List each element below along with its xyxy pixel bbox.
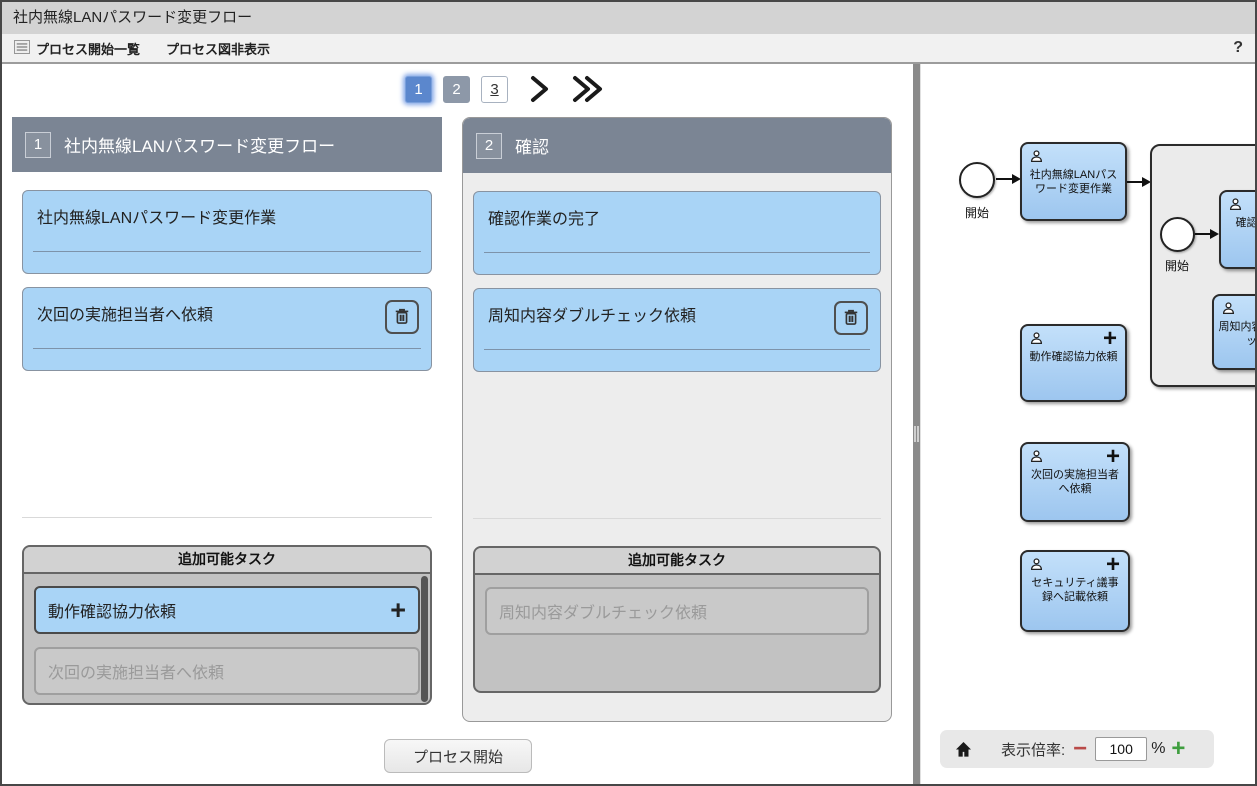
next-page-button[interactable] [527,75,551,103]
help-button[interactable]: ? [1233,39,1243,57]
addable-task-item[interactable]: 動作確認協力依頼 + [34,586,420,634]
task-name: 次回の実施担当者へ依頼 [37,307,213,324]
task-name: 周知内容ダブルチェック依頼 [488,308,696,325]
task-card[interactable]: 確認作業の完了 [473,191,881,275]
diagram-task-label: 次回の実施担当者へ依頼 [1026,468,1124,497]
splitter-grip-icon [914,426,919,442]
app-window: 社内無線LANパスワード変更フロー プロセス開始一覧 プロセス図非表示 ? 1 … [0,0,1257,786]
person-icon [1228,197,1243,217]
diagram-task-label: 周知内容ダブルチェック依頼 [1218,320,1255,349]
page-button-3[interactable]: 3 [481,76,508,103]
addable-task-name: 周知内容ダブルチェック依頼 [499,599,707,623]
task-name: 確認作業の完了 [488,211,600,228]
trash-icon [841,307,861,330]
addable-tasks-list: 動作確認協力依頼 + 次回の実施担当者へ依頼 [24,574,430,703]
diagram-task-confirm[interactable]: 確認作業の完了 [1219,190,1255,269]
phase-column-1: 1 社内無線LANパスワード変更フロー 社内無線LANパスワード変更作業 次回の… [12,117,442,705]
task-card[interactable]: 周知内容ダブルチェック依頼 [473,288,881,372]
diagram-task-label: セキュリティ議事録へ記載依頼 [1026,576,1124,605]
scrollbar-thumb[interactable] [421,576,428,702]
section-divider [22,517,432,518]
page-button-1[interactable]: 1 [405,76,432,103]
phase-2-tasks: 確認作業の完了 周知内容ダブルチェック依頼 [463,173,891,518]
diagram-task-label: 確認作業の完了 [1225,216,1255,230]
addable-tasks-header: 追加可能タスク [475,548,879,575]
task-name: 社内無線LANパスワード変更作業 [37,210,276,227]
addable-tasks-panel: 追加可能タスク 動作確認協力依頼 + 次回の実施担当者へ依頼 [22,545,432,705]
diagram-task-security[interactable]: + セキュリティ議事録へ記載依頼 [1020,550,1130,632]
menu-process-start-list-label: プロセス開始一覧 [36,39,140,58]
phase-2-number: 2 [476,133,502,159]
delete-task-button[interactable] [834,301,868,335]
home-icon[interactable] [954,740,973,759]
addable-task-name: 動作確認協力依頼 [48,598,176,622]
add-task-icon[interactable]: + [390,597,406,624]
addable-task-item: 次回の実施担当者へ依頼 [34,647,420,695]
phase-2-title: 確認 [515,133,549,158]
phase-2-header: 2 確認 [463,118,891,173]
zoom-in-button[interactable]: + [1171,737,1185,761]
main-panel: 1 2 3 1 社内無線LANパスワード変更フロー 社内無線LANパ [2,64,913,784]
percent-sign: % [1151,740,1165,758]
person-icon [1029,557,1044,577]
process-start-button[interactable]: プロセス開始 [384,739,532,773]
menu-hide-process-diagram-label: プロセス図非表示 [166,39,270,58]
diagram-task-cooperation[interactable]: + 動作確認協力依頼 [1020,324,1127,402]
addable-tasks-list: 周知内容ダブルチェック依頼 [475,575,879,693]
person-icon [1221,301,1236,321]
start-event-label: 開始 [947,204,1007,221]
diagram-task-main[interactable]: 社内無線LANパスワード変更作業 [1020,142,1127,221]
process-diagram-panel: 開始 社内無線LANパスワード変更作業 開始 [920,64,1255,784]
zoom-percent-input[interactable] [1095,737,1147,761]
zoom-out-button[interactable]: − [1073,737,1087,761]
start-event-icon [1160,217,1195,252]
diagram-task-notify[interactable]: 周知内容ダブルチェック依頼 [1212,294,1255,370]
diagram-task-label: 動作確認協力依頼 [1026,350,1121,364]
menu-bar: プロセス開始一覧 プロセス図非表示 ? [2,34,1255,64]
window-title: 社内無線LANパスワード変更フロー [2,2,1255,34]
person-icon [1029,149,1044,169]
task-card[interactable]: 社内無線LANパスワード変更作業 [22,190,432,274]
zoom-control-bar: 表示倍率: − % + [940,730,1214,768]
phase-1-title: 社内無線LANパスワード変更フロー [64,132,335,157]
person-icon [1029,331,1044,351]
menu-process-start-list[interactable]: プロセス開始一覧 [14,39,140,58]
pagination: 1 2 3 [405,75,604,103]
menu-hide-process-diagram[interactable]: プロセス図非表示 [166,39,270,58]
addable-tasks-header: 追加可能タスク [24,547,430,574]
list-icon [14,40,30,57]
content-area: 1 2 3 1 社内無線LANパスワード変更フロー 社内無線LANパ [2,64,1255,784]
last-page-button[interactable] [570,75,604,103]
person-icon [1029,449,1044,469]
addable-tasks-panel: 追加可能タスク 周知内容ダブルチェック依頼 [473,546,881,693]
phase-column-2: 2 確認 確認作業の完了 周知内容ダブルチェック依頼 [462,117,892,722]
flow-arrow [1127,174,1152,191]
panel-splitter[interactable] [913,64,920,784]
trash-icon [392,306,412,329]
zoom-ratio-label: 表示倍率: [1001,739,1065,760]
section-divider [473,518,881,519]
start-event-icon [959,162,995,198]
phase-1-header: 1 社内無線LANパスワード変更フロー [12,117,442,172]
phase-1-tasks: 社内無線LANパスワード変更作業 次回の実施担当者へ依頼 [12,172,442,517]
delete-task-button[interactable] [385,300,419,334]
addable-task-item: 周知内容ダブルチェック依頼 [485,587,869,635]
addable-task-name: 次回の実施担当者へ依頼 [48,659,224,683]
task-card[interactable]: 次回の実施担当者へ依頼 [22,287,432,371]
flow-arrow [1195,226,1220,243]
start-event-label: 開始 [1147,257,1207,274]
diagram-task-label: 社内無線LANパスワード変更作業 [1026,168,1121,197]
page-button-2[interactable]: 2 [443,76,470,103]
phase-1-number: 1 [25,132,51,158]
diagram-task-next-person[interactable]: + 次回の実施担当者へ依頼 [1020,442,1130,522]
flow-arrow [996,171,1022,188]
